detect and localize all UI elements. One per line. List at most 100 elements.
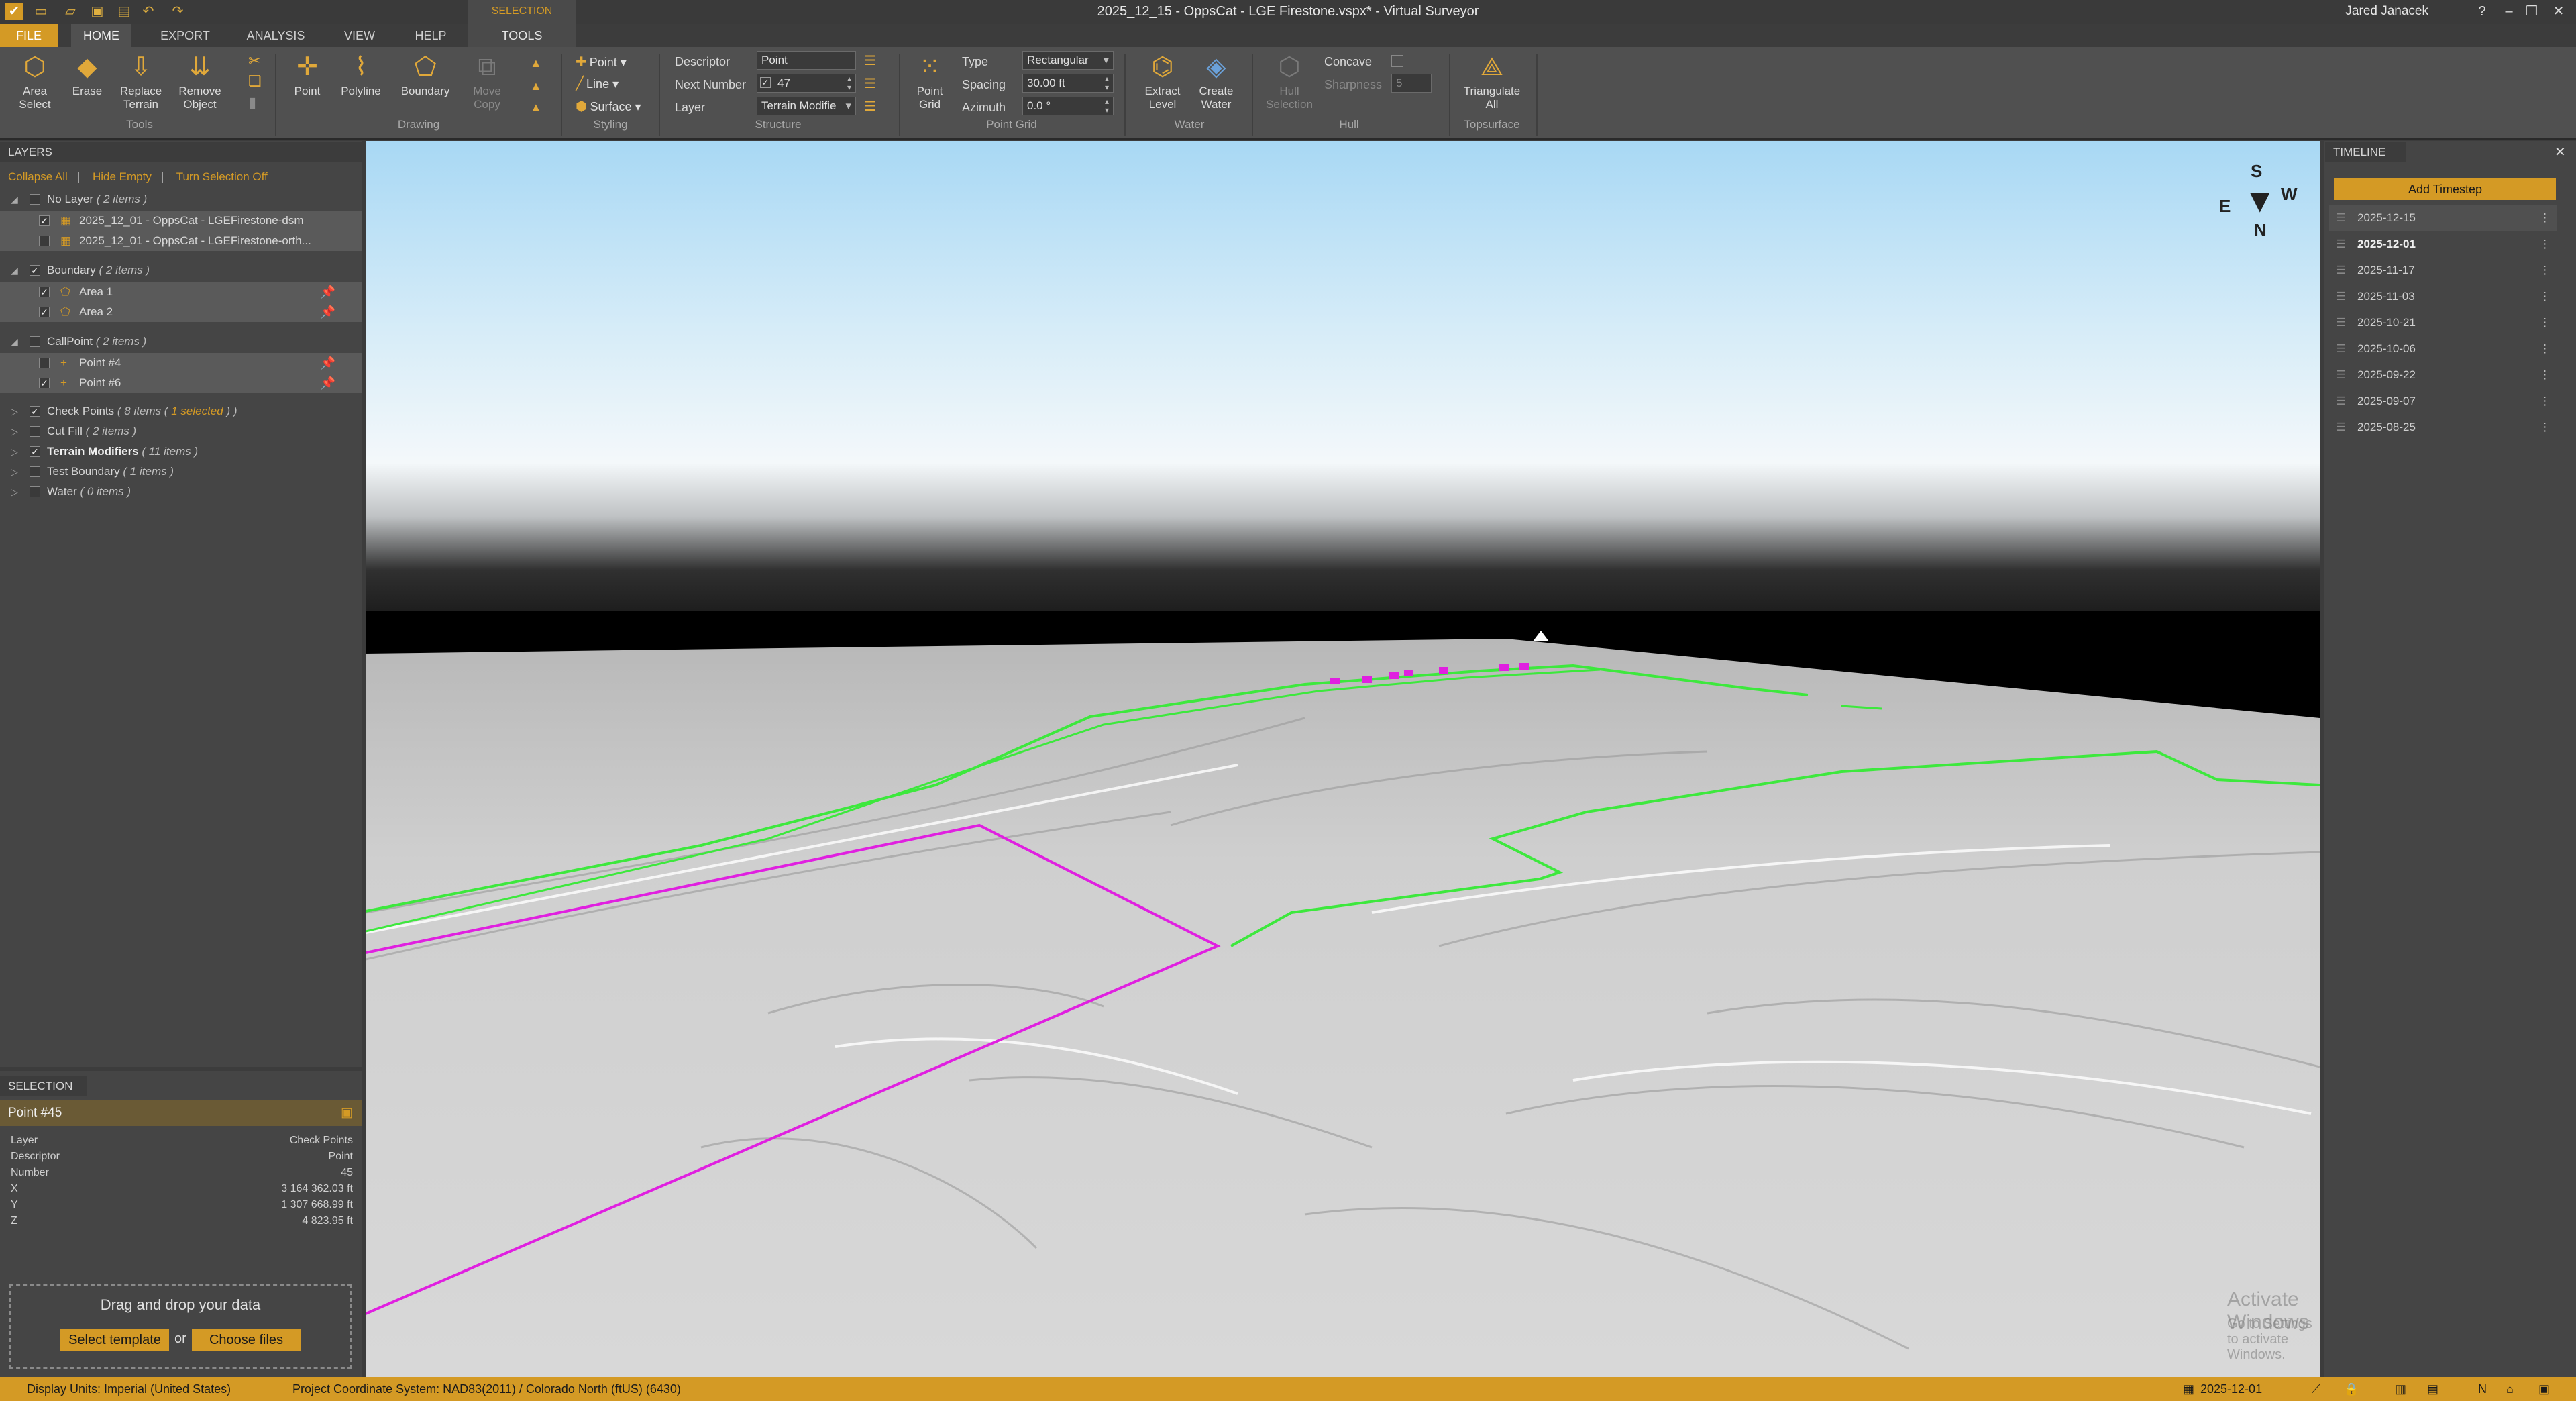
- timeline-step[interactable]: ☰ 2025-09-22 ⋮: [2329, 362, 2557, 388]
- layer-checkbox[interactable]: ✓: [30, 406, 40, 417]
- add-timestep-button[interactable]: Add Timestep: [2334, 178, 2556, 200]
- layer-checkbox[interactable]: ✓: [30, 446, 40, 457]
- more-options-icon[interactable]: ⋮: [2539, 388, 2551, 414]
- next-number-checkbox[interactable]: ✓: [760, 77, 771, 88]
- terrain-scene[interactable]: [366, 141, 2320, 1377]
- layer-checkbox[interactable]: [30, 194, 40, 205]
- move-copy-button[interactable]: ⧉ Move Copy: [464, 52, 510, 111]
- check-point-marker[interactable]: [1389, 672, 1399, 679]
- timeline-step[interactable]: ☰ 2025-10-21 ⋮: [2329, 310, 2557, 335]
- expand-arrow-icon[interactable]: ▷: [11, 462, 21, 482]
- layout-icon[interactable]: ▣: [2538, 1377, 2550, 1401]
- layer-group-test-boundary[interactable]: ▷ Test Boundary ( 1 items ): [0, 462, 362, 482]
- draw-option-1-icon[interactable]: ▲: [530, 56, 542, 70]
- compass-widget[interactable]: S W E N ▼: [2214, 161, 2301, 248]
- layer-item-checkbox[interactable]: ✓: [39, 215, 50, 226]
- check-point-marker[interactable]: [1439, 667, 1448, 674]
- grid-azimuth-field[interactable]: 0.0 ° ▴ ▾: [1022, 97, 1114, 115]
- drag-handle-icon[interactable]: ☰: [2336, 231, 2346, 257]
- drag-handle-icon[interactable]: ☰: [2336, 205, 2346, 231]
- layer-checkbox[interactable]: [30, 426, 40, 437]
- number-list-icon[interactable]: ☰: [864, 75, 876, 92]
- drop-zone[interactable]: Drag and drop your data Select template …: [9, 1284, 352, 1369]
- timeline-step[interactable]: ☰ 2025-08-25 ⋮: [2329, 415, 2557, 440]
- layer-item[interactable]: ▦ 2025_12_01 - OppsCat - LGEFirestone-or…: [0, 231, 362, 251]
- timeline-step[interactable]: ☰ 2025-12-01 ⋮: [2329, 231, 2557, 257]
- drag-handle-icon[interactable]: ☰: [2336, 310, 2346, 335]
- close-icon[interactable]: ✕: [2545, 1, 2572, 21]
- point-grid-button[interactable]: ⁙ Point Grid: [910, 52, 950, 111]
- select-template-button[interactable]: Select template: [60, 1329, 169, 1351]
- north-icon[interactable]: N: [2478, 1377, 2487, 1401]
- expand-arrow-icon[interactable]: ▷: [11, 482, 21, 502]
- fence-icon[interactable]: ▤: [2427, 1377, 2438, 1401]
- tab-file[interactable]: FILE: [0, 24, 58, 47]
- more-options-icon[interactable]: ⋮: [2539, 258, 2551, 283]
- drag-handle-icon[interactable]: ☰: [2336, 362, 2346, 388]
- timeline-step[interactable]: ☰ 2025-09-07 ⋮: [2329, 388, 2557, 414]
- layer-item-checkbox[interactable]: ✓: [39, 378, 50, 388]
- spinner-icon[interactable]: ▴ ▾: [847, 74, 851, 92]
- collapse-arrow-icon[interactable]: ◢: [11, 189, 21, 209]
- drag-handle-icon[interactable]: ☰: [2336, 415, 2346, 440]
- more-options-icon[interactable]: ⋮: [2539, 415, 2551, 440]
- point-draw-button[interactable]: ✛ Point: [286, 52, 329, 98]
- pin-icon[interactable]: 📌: [321, 353, 335, 373]
- tab-view[interactable]: VIEW: [335, 24, 384, 47]
- layer-select[interactable]: Terrain Modifie ▾: [757, 97, 856, 115]
- more-options-icon[interactable]: ⋮: [2539, 284, 2551, 309]
- layer-group-callpoint[interactable]: ◢ CallPoint ( 2 items ): [0, 331, 362, 352]
- timeline-step[interactable]: ☰ 2025-11-03 ⋮: [2329, 284, 2557, 309]
- drag-handle-icon[interactable]: ☰: [2336, 336, 2346, 362]
- layer-checkbox[interactable]: ✓: [30, 265, 40, 276]
- drag-handle-icon[interactable]: ☰: [2336, 284, 2346, 309]
- grid-type-select[interactable]: Rectangular ▾: [1022, 51, 1114, 70]
- home-icon[interactable]: ⌂: [2506, 1377, 2514, 1401]
- close-timeline-icon[interactable]: ✕: [2555, 144, 2566, 160]
- style-point-dropdown[interactable]: ✚ Point ▾: [576, 54, 627, 70]
- layer-item[interactable]: ✓ ⬠ Area 2 📌: [0, 302, 362, 322]
- help-icon[interactable]: ?: [2469, 1, 2496, 21]
- layer-item[interactable]: ✓ + Point #6 📌: [0, 373, 362, 393]
- create-water-button[interactable]: ◈ Create Water: [1191, 52, 1241, 111]
- copy-icon[interactable]: ❏: [248, 72, 262, 90]
- layer-group-terrain-modifiers[interactable]: ▷ ✓ Terrain Modifiers ( 11 items ): [0, 442, 362, 462]
- draw-option-2-icon[interactable]: ▲: [530, 79, 542, 93]
- pin-icon[interactable]: 📌: [321, 282, 335, 302]
- profile-icon[interactable]: ⟋: [2312, 1377, 2320, 1401]
- tab-export[interactable]: EXPORT: [152, 24, 219, 47]
- layer-item[interactable]: + Point #4 📌: [0, 353, 362, 373]
- more-options-icon[interactable]: ⋮: [2539, 362, 2551, 388]
- check-point-marker[interactable]: [1519, 663, 1529, 670]
- lock-icon[interactable]: 🔒: [2344, 1377, 2359, 1401]
- 3d-viewport[interactable]: S W E N ▼ Activate Windows Go to Setting…: [366, 141, 2320, 1377]
- layer-group-cut-fill[interactable]: ▷ Cut Fill ( 2 items ): [0, 421, 362, 442]
- layer-checkbox[interactable]: [30, 466, 40, 477]
- more-options-icon[interactable]: ⋮: [2539, 205, 2551, 231]
- descriptor-field[interactable]: Point: [757, 51, 856, 70]
- boundary-draw-button[interactable]: ⬠ Boundary: [394, 52, 456, 98]
- check-point-marker[interactable]: [1404, 670, 1413, 676]
- drag-handle-icon[interactable]: ☰: [2336, 258, 2346, 283]
- collapse-arrow-icon[interactable]: ◢: [11, 260, 21, 280]
- timeline-step[interactable]: ☰ 2025-12-15 ⋮: [2329, 205, 2557, 231]
- collapse-arrow-icon[interactable]: ◢: [11, 331, 21, 352]
- layer-group-boundary[interactable]: ◢ ✓ Boundary ( 2 items ): [0, 260, 362, 280]
- layer-item[interactable]: ✓ ▦ 2025_12_01 - OppsCat - LGEFirestone-…: [0, 211, 362, 231]
- check-point-marker[interactable]: [1362, 676, 1372, 683]
- tab-home[interactable]: HOME: [71, 24, 131, 47]
- sharpness-field[interactable]: 5: [1391, 74, 1432, 93]
- layer-item-checkbox[interactable]: ✓: [39, 307, 50, 317]
- layer-group-check-points[interactable]: ▷ ✓ Check Points ( 8 items ( 1 selected …: [0, 401, 362, 421]
- draw-option-3-icon[interactable]: ▲: [530, 101, 542, 115]
- timeline-step[interactable]: ☰ 2025-11-17 ⋮: [2329, 258, 2557, 283]
- layer-group-water[interactable]: ▷ Water ( 0 items ): [0, 482, 362, 502]
- spinner-icon[interactable]: ▴ ▾: [1105, 97, 1109, 115]
- delete-icon[interactable]: ▮: [248, 94, 256, 111]
- delete-selection-icon[interactable]: ▣: [341, 1100, 353, 1126]
- tab-analysis[interactable]: ANALYSIS: [240, 24, 311, 47]
- grid-spacing-field[interactable]: 30.00 ft ▴ ▾: [1022, 74, 1114, 93]
- hide-empty-link[interactable]: Hide Empty: [93, 170, 152, 183]
- tab-tools[interactable]: TOOLS: [483, 24, 561, 47]
- spinner-icon[interactable]: ▴ ▾: [1105, 74, 1109, 92]
